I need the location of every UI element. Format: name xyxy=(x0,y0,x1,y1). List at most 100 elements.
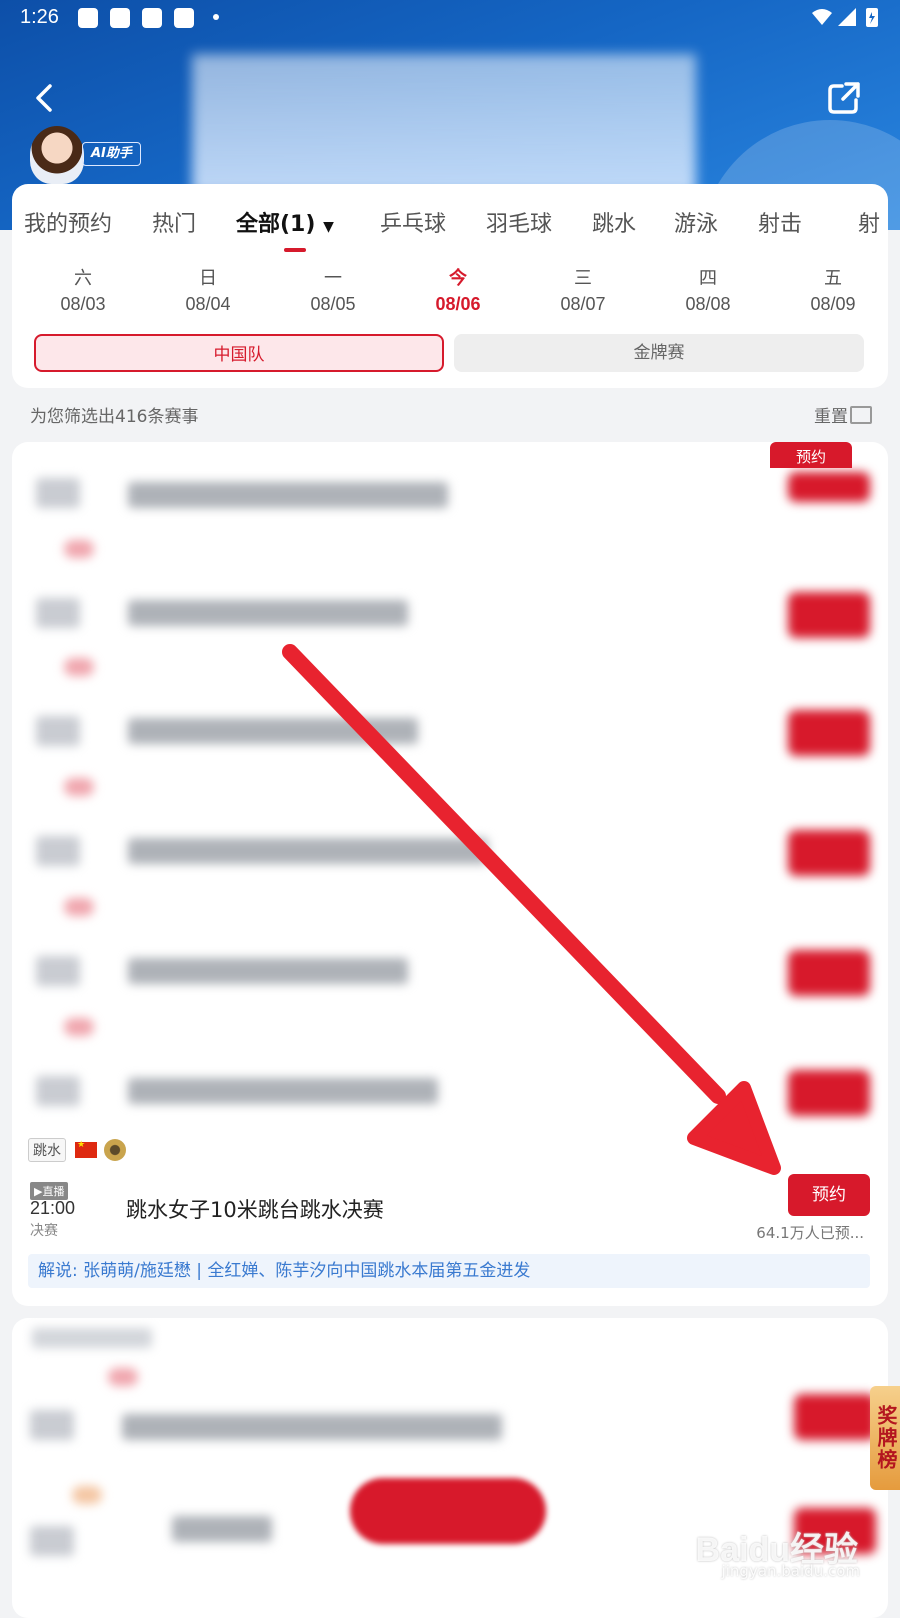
tab-shooting[interactable]: 射击 xyxy=(758,206,802,238)
date-value: 08/03 xyxy=(60,294,106,314)
date-item[interactable]: 日 08/04 xyxy=(163,268,253,318)
event-title-blurred xyxy=(122,1414,502,1440)
event-title-blurred xyxy=(128,482,448,508)
date-item[interactable]: 四 08/08 xyxy=(663,268,753,318)
reserve-button-blurred[interactable] xyxy=(794,1394,876,1440)
event-stage: 决赛 xyxy=(30,1223,58,1239)
live-badge xyxy=(64,540,94,558)
medal-icon xyxy=(104,1139,127,1161)
reset-icon xyxy=(850,406,872,424)
tab-diving[interactable]: 跳水 xyxy=(592,206,636,238)
tab-my-reservations[interactable]: 我的预约 xyxy=(24,206,112,238)
notification-icon xyxy=(142,8,162,28)
tab-all-label: 全部(1) xyxy=(236,212,316,237)
list-item xyxy=(18,1010,882,1120)
date-value: 08/09 xyxy=(810,294,856,314)
event-title-blurred xyxy=(128,1078,438,1104)
share-icon[interactable] xyxy=(824,78,864,118)
tab-badminton[interactable]: 羽毛球 xyxy=(486,206,552,238)
notification-icon xyxy=(110,8,130,28)
event-tags: 跳水 xyxy=(28,1138,127,1162)
blurred-events xyxy=(18,468,882,1128)
reserve-button-blurred[interactable] xyxy=(788,710,870,756)
date-value: 08/07 xyxy=(560,294,606,314)
reset-button[interactable]: 重置 xyxy=(814,402,872,427)
live-badge xyxy=(64,658,94,676)
event-icon xyxy=(36,716,80,746)
ai-assistant-avatar[interactable] xyxy=(30,126,84,184)
date-weekday: 今 xyxy=(449,268,467,289)
live-badge xyxy=(64,778,94,796)
notification-icon xyxy=(174,8,194,28)
sport-tag: 跳水 xyxy=(28,1138,66,1162)
status-bar: 1:26 xyxy=(0,0,900,38)
reset-label: 重置 xyxy=(814,407,848,427)
notification-icon xyxy=(78,8,98,28)
reserve-button[interactable]: 预约 xyxy=(788,1174,870,1216)
date-weekday: 四 xyxy=(699,268,717,289)
date-item[interactable]: 三 08/07 xyxy=(538,268,628,318)
back-icon[interactable] xyxy=(26,78,66,118)
date-item[interactable]: 五 08/09 xyxy=(788,268,878,318)
reserve-button-blurred[interactable] xyxy=(788,592,870,638)
live-badge xyxy=(108,1368,138,1386)
active-tab-indicator xyxy=(284,248,306,252)
commentary-line[interactable]: 解说: 张萌萌/施廷懋 | 全红婵、陈芋汐向中国跳水本届第五金进发 xyxy=(28,1254,870,1288)
event-title-blurred xyxy=(172,1516,272,1542)
event-icon xyxy=(30,1410,74,1440)
event-icon xyxy=(36,1076,80,1106)
more-notifications-icon xyxy=(213,14,219,20)
system-status-icons xyxy=(812,8,878,27)
medal-table-tab[interactable]: 奖牌榜 xyxy=(870,1386,900,1490)
ai-assistant-label[interactable]: AI助手 xyxy=(82,142,141,166)
gold-medal-filter[interactable]: 金牌赛 xyxy=(454,334,864,372)
event-title[interactable]: 跳水女子10米跳台跳水决赛 xyxy=(126,1194,384,1224)
date-value: 08/04 xyxy=(185,294,231,314)
date-weekday: 六 xyxy=(74,268,92,289)
reserve-button-blurred[interactable] xyxy=(788,830,870,876)
list-item xyxy=(18,530,882,640)
list-item xyxy=(18,650,882,760)
tab-hot[interactable]: 热门 xyxy=(152,206,196,238)
event-time: 21:00 xyxy=(30,1198,76,1218)
tab-more[interactable]: 射 xyxy=(858,206,880,238)
china-team-filter[interactable]: 中国队 xyxy=(34,334,444,372)
date-weekday: 一 xyxy=(324,268,342,289)
event-title-blurred xyxy=(128,600,408,626)
floating-action-button[interactable] xyxy=(350,1478,546,1544)
event-list: 预约 xyxy=(12,442,888,1306)
china-flag-icon xyxy=(75,1140,98,1158)
date-item[interactable]: 一 08/05 xyxy=(288,268,378,318)
date-value: 08/05 xyxy=(310,294,356,314)
event-icon xyxy=(36,478,80,508)
date-weekday: 三 xyxy=(574,268,592,289)
tab-table-tennis[interactable]: 乒乓球 xyxy=(380,206,446,238)
reserve-button-blurred[interactable] xyxy=(788,950,870,996)
live-badge xyxy=(64,898,94,916)
reserve-button-blurred[interactable] xyxy=(788,472,870,502)
caret-down-icon: ▼ xyxy=(323,219,334,235)
date-selector: 六 08/03 日 08/04 一 08/05 今 08/06 三 08/07 四 08/0… xyxy=(12,268,888,322)
event-icon xyxy=(36,956,80,986)
reserve-button-blurred[interactable] xyxy=(788,1070,870,1116)
live-badge xyxy=(72,1486,102,1504)
date-item-today[interactable]: 今 08/06 xyxy=(413,268,503,318)
reserve-button-blurred[interactable]: 预约 xyxy=(770,442,852,468)
date-value: 08/08 xyxy=(685,294,731,314)
watermark-url: jingyan.baidu.com xyxy=(721,1562,860,1580)
tab-all[interactable]: 全部(1) ▼ xyxy=(236,206,334,238)
status-time: 1:26 xyxy=(20,6,59,28)
sport-tabs: 我的预约 热门 全部(1) ▼ 乒乓球 羽毛球 跳水 游泳 射击 射 xyxy=(12,184,888,250)
section-title-blurred xyxy=(32,1328,152,1348)
event-title-blurred xyxy=(128,838,488,864)
event-title-blurred xyxy=(128,958,408,984)
date-item[interactable]: 六 08/03 xyxy=(38,268,128,318)
event-icon xyxy=(30,1526,74,1556)
tab-swimming[interactable]: 游泳 xyxy=(674,206,718,238)
result-count: 为您筛选出416条赛事 xyxy=(30,407,199,427)
date-weekday: 日 xyxy=(199,268,217,289)
event-title-blurred xyxy=(128,718,418,744)
date-value: 08/06 xyxy=(435,294,481,314)
list-item xyxy=(18,890,882,1000)
event-icon xyxy=(36,836,80,866)
